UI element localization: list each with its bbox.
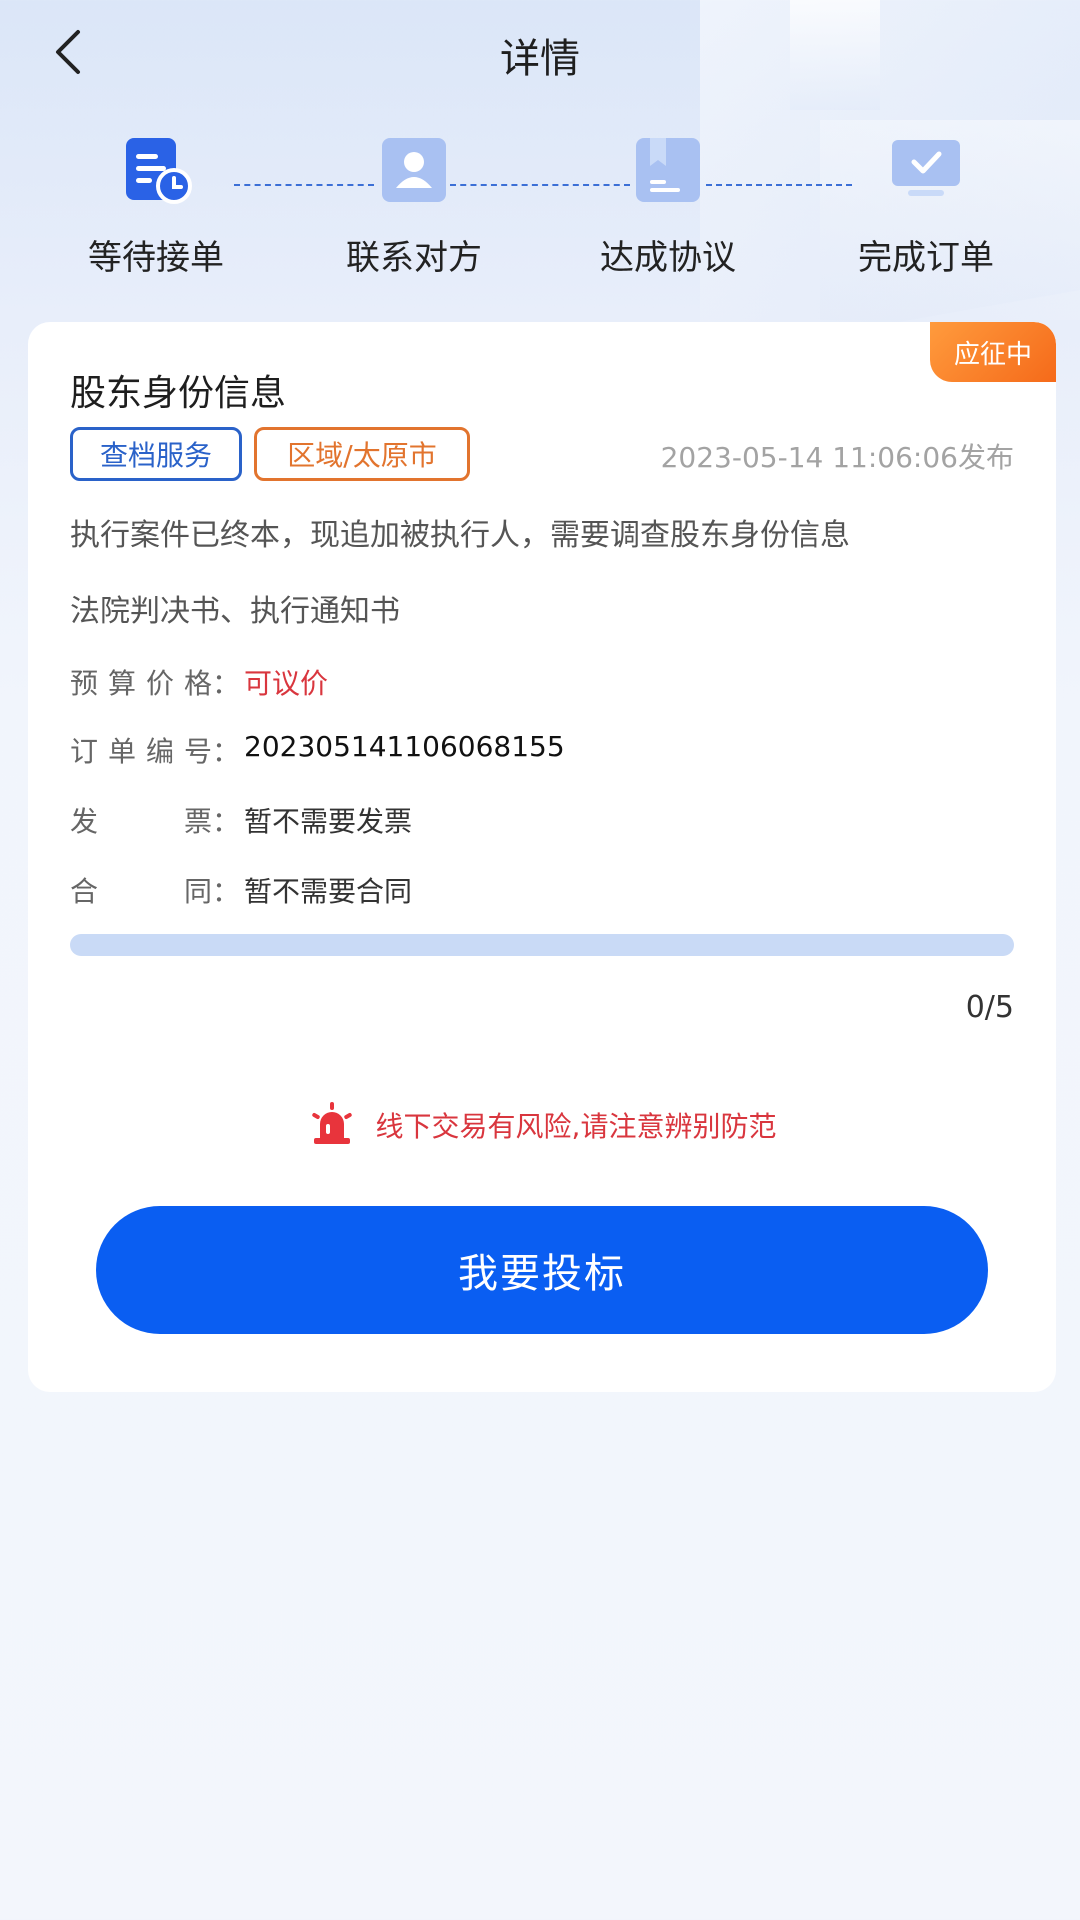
step-waiting: 等待接单 xyxy=(56,130,256,279)
field-key: 合同： xyxy=(70,875,240,908)
field-contract: 合同： 暂不需要合同 xyxy=(70,870,412,910)
contact-icon xyxy=(374,130,454,210)
order-progress-steps: 等待接单 联系对方 达成协议 完成订单 xyxy=(0,130,1080,280)
order-detail-card: 应征中 股东身份信息 查档服务 区域/太原市 2023-05-14 11:06:… xyxy=(28,322,1056,1392)
field-key: 订单编号： xyxy=(70,735,240,768)
field-budget: 预算价格： 可议价 xyxy=(70,662,328,702)
pending-order-icon xyxy=(116,130,196,210)
agreement-icon xyxy=(628,130,708,210)
field-invoice: 发票： 暂不需要发票 xyxy=(70,800,412,840)
risk-warning-text: 线下交易有风险,请注意辨别防范 xyxy=(375,1110,777,1143)
publish-time: 2023-05-14 11:06:06发布 xyxy=(660,441,1014,474)
field-value: 暂不需要合同 xyxy=(244,875,413,908)
bid-count: 0/5 xyxy=(965,990,1014,1025)
service-type-tag: 查档服务 xyxy=(70,427,242,481)
order-title: 股东身份信息 xyxy=(70,373,287,414)
required-documents: 法院判决书、执行通知书 xyxy=(70,594,400,629)
step-label: 联系对方 xyxy=(346,238,482,278)
risk-warning: 线下交易有风险,请注意辨别防范 xyxy=(28,1100,1056,1150)
field-key: 发票： xyxy=(70,805,240,838)
step-label: 完成订单 xyxy=(858,238,994,278)
field-value: 暂不需要发票 xyxy=(244,805,413,838)
status-badge: 应征中 xyxy=(930,322,1056,382)
region-tag: 区域/太原市 xyxy=(254,427,470,481)
step-contact: 联系对方 xyxy=(314,130,514,279)
field-value: 202305141106068155 xyxy=(244,730,565,763)
field-key: 预算价格： xyxy=(70,667,240,700)
step-label: 达成协议 xyxy=(600,238,736,278)
submit-bid-button[interactable]: 我要投标 xyxy=(96,1206,988,1334)
bid-progress-bar xyxy=(70,934,1014,956)
complete-order-icon xyxy=(886,130,966,210)
header: 详情 xyxy=(0,0,1080,110)
step-agreement: 达成协议 xyxy=(568,130,768,279)
field-value: 可议价 xyxy=(244,667,329,700)
alarm-light-icon xyxy=(308,1100,356,1150)
page-title: 详情 xyxy=(500,36,580,82)
field-order-number: 订单编号： 202305141106068155 xyxy=(70,730,565,770)
step-label: 等待接单 xyxy=(88,238,224,278)
order-description: 执行案件已终本，现追加被执行人，需要调查股东身份信息 xyxy=(70,518,850,553)
step-complete: 完成订单 xyxy=(826,130,1026,279)
